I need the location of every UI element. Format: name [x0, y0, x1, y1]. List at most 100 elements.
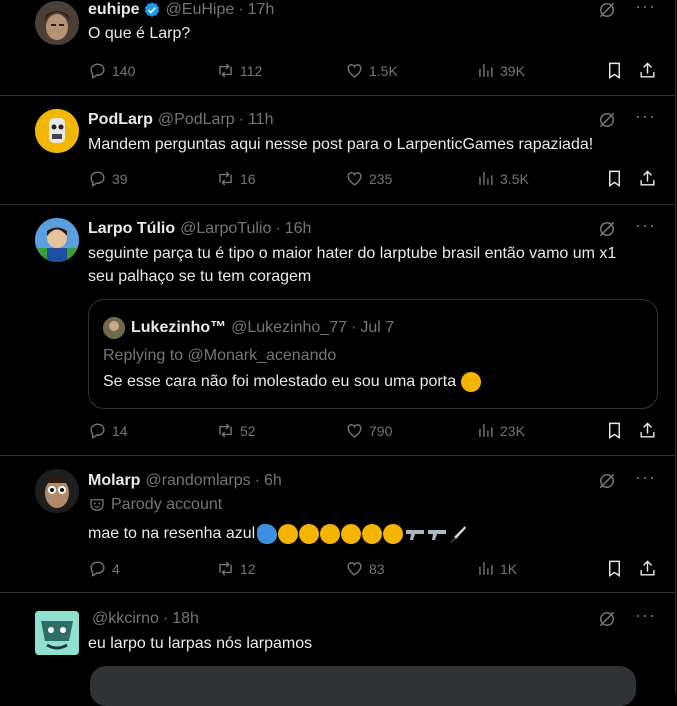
like-count: 1.5K — [369, 62, 398, 79]
views-chart-icon — [479, 64, 493, 77]
tweet-top-icons: ··· — [597, 216, 655, 239]
crying-emoji-icon — [362, 523, 383, 544]
tweet-header: PodLarp @PodLarp · 11h — [88, 110, 273, 130]
timestamp[interactable]: 17h — [248, 1, 275, 19]
author-handle[interactable]: @PodLarp — [158, 111, 235, 129]
tweet-header: Larpo Túlio @LarpoTulio · 16h — [88, 219, 311, 239]
repost-icon — [219, 63, 232, 78]
views-button[interactable]: 23K — [476, 421, 525, 440]
views-chart-icon — [479, 172, 493, 185]
bookmark-button[interactable] — [605, 61, 629, 80]
reply-count: 39 — [112, 170, 128, 187]
author-handle[interactable]: @LarpoTulio — [180, 220, 271, 238]
repost-button[interactable]: 16 — [216, 169, 256, 188]
quote-text-row: Se esse cara não foi molestado eu sou um… — [103, 372, 482, 392]
views-button[interactable]: 3.5K — [476, 169, 529, 188]
tweet-text-row: mae to na resenha azul — [88, 522, 658, 545]
like-button[interactable]: 235 — [345, 169, 392, 188]
repost-icon — [219, 561, 232, 576]
author-name[interactable]: euhipe — [88, 1, 140, 19]
tweet-text-line: seu palhaço se tu tem coragem — [88, 268, 312, 285]
avatar[interactable] — [35, 109, 79, 153]
separator-dot: · — [238, 1, 244, 18]
author-name[interactable]: Larpo Túlio — [88, 220, 175, 238]
quoted-tweet[interactable]: Lukezinho™ @Lukezinho_77 · Jul 7 Replyin… — [88, 299, 658, 409]
views-button[interactable]: 1K — [476, 559, 517, 578]
repost-count: 12 — [240, 560, 256, 577]
reply-count: 4 — [112, 560, 120, 577]
theater-masks-icon — [90, 499, 104, 511]
pistol-emoji-icon — [406, 529, 425, 540]
more-options-icon[interactable]: ··· — [635, 606, 655, 629]
heart-icon — [347, 172, 362, 186]
like-count: 235 — [369, 170, 393, 187]
heart-icon — [347, 562, 362, 576]
timestamp[interactable]: 6h — [264, 472, 282, 490]
tweet-podlarp[interactable]: PodLarp @PodLarp · 11h ··· Mandem pergun… — [0, 95, 676, 205]
tweet-molarp[interactable]: Molarp @randomlarps · 6h ··· Parody acco… — [0, 456, 676, 593]
media-card[interactable] — [90, 666, 636, 706]
author-handle[interactable]: @EuHipe — [166, 1, 235, 19]
like-button[interactable]: 1.5K — [345, 61, 398, 80]
reply-count: 14 — [112, 422, 128, 439]
more-options-icon[interactable]: ··· — [635, 0, 655, 20]
repost-button[interactable]: 112 — [216, 61, 262, 80]
share-icon — [640, 62, 655, 78]
heart-icon — [347, 424, 362, 438]
reply-button[interactable]: 4 — [88, 559, 120, 578]
reply-button[interactable]: 39 — [88, 169, 128, 188]
share-button[interactable] — [638, 559, 662, 578]
avatar[interactable] — [35, 469, 79, 513]
avatar[interactable] — [35, 611, 79, 655]
like-button[interactable]: 790 — [345, 421, 392, 440]
parody-label: Parody account — [88, 496, 222, 514]
share-button[interactable] — [638, 169, 662, 188]
crying-emoji-icon — [299, 523, 320, 544]
tweet-actions: 39 16 235 3.5K — [88, 169, 658, 191]
author-name[interactable]: Molarp — [88, 472, 140, 490]
view-count: 3.5K — [500, 170, 529, 187]
repost-button[interactable]: 52 — [216, 421, 256, 440]
grok-icon[interactable] — [597, 0, 617, 20]
parody-text: Parody account — [111, 496, 223, 513]
more-options-icon[interactable]: ··· — [635, 216, 655, 239]
views-button[interactable]: 39K — [476, 61, 525, 80]
avatar[interactable] — [35, 218, 79, 262]
quote-text: Se esse cara não foi molestado eu sou um… — [103, 373, 457, 390]
repost-button[interactable]: 12 — [216, 559, 256, 578]
author-handle[interactable]: @randomlarps — [145, 472, 250, 490]
timestamp[interactable]: 18h — [172, 610, 199, 628]
grok-icon[interactable] — [597, 609, 617, 629]
tweet-euhipe[interactable]: euhipe @EuHipe · 17h ··· O que é Larp? 1… — [0, 0, 676, 96]
author-name[interactable]: PodLarp — [88, 111, 153, 129]
grok-icon[interactable] — [597, 219, 617, 239]
more-options-icon[interactable]: ··· — [635, 468, 655, 491]
timestamp[interactable]: 11h — [248, 111, 274, 129]
more-options-icon[interactable]: ··· — [635, 107, 655, 130]
pistol-emoji-icon — [428, 529, 447, 540]
tweet-larpotulio[interactable]: Larpo Túlio @LarpoTulio · 16h ··· seguin… — [0, 205, 676, 456]
grok-icon[interactable] — [597, 471, 617, 491]
reply-button[interactable]: 140 — [88, 61, 135, 80]
repost-icon — [219, 171, 232, 186]
share-button[interactable] — [638, 421, 662, 440]
reply-icon — [90, 561, 105, 577]
grok-icon[interactable] — [597, 110, 617, 130]
like-button[interactable]: 83 — [345, 559, 385, 578]
like-count: 83 — [369, 560, 385, 577]
avatar[interactable] — [35, 1, 79, 45]
separator-dot: · — [238, 111, 244, 128]
rofl-emoji-icon — [461, 372, 482, 392]
bookmark-button[interactable] — [605, 559, 629, 578]
like-count: 790 — [369, 422, 393, 439]
bookmark-button[interactable] — [605, 421, 629, 440]
share-button[interactable] — [638, 61, 662, 80]
tweet-top-icons: ··· — [597, 0, 655, 20]
author-handle[interactable]: @kkcirno — [92, 610, 159, 628]
bookmark-icon — [609, 62, 620, 79]
tweet-header: Molarp @randomlarps · 6h — [88, 471, 282, 491]
bookmark-button[interactable] — [605, 169, 629, 188]
timestamp[interactable]: 16h — [285, 220, 312, 238]
reply-count: 140 — [112, 62, 136, 79]
reply-button[interactable]: 14 — [88, 421, 128, 440]
